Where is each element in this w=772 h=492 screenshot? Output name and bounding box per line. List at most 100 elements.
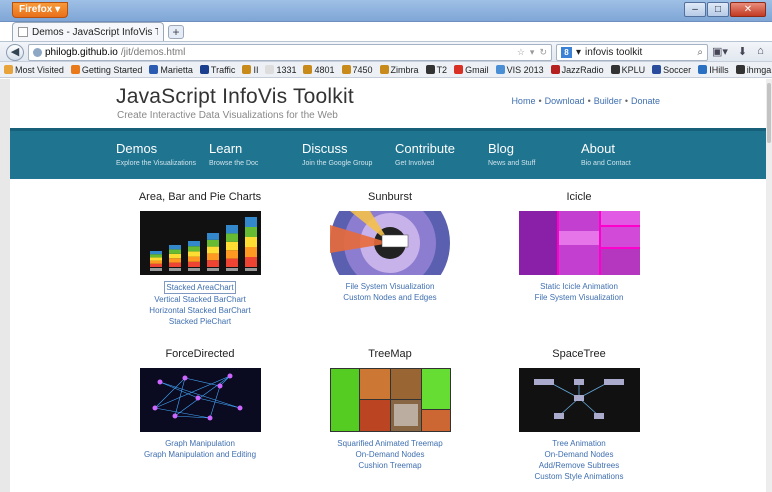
- demo-link[interactable]: Tree Animation: [484, 438, 674, 449]
- demo-link[interactable]: Custom Nodes and Edges: [295, 292, 485, 303]
- bookmark-item[interactable]: T2: [425, 64, 448, 75]
- search-bar[interactable]: 8 ▾ infovis toolkit ⌕: [556, 44, 708, 61]
- demo-link[interactable]: Static Icicle Animation: [484, 281, 674, 292]
- demo-title: Area, Bar and Pie Charts: [138, 191, 262, 203]
- nav-item-subtitle: Get Involved: [395, 160, 435, 167]
- bookmark-item[interactable]: KPLU: [610, 64, 646, 75]
- nav-item-subtitle: News and Stuff: [488, 160, 536, 167]
- treemap-thumbnail[interactable]: [329, 368, 451, 432]
- demo-card: ForceDirected Graph Manipulation Graph Man…: [105, 348, 295, 460]
- bookmark-item[interactable]: IHills: [698, 65, 729, 75]
- bookmark-item[interactable]: Zimbra: [379, 65, 419, 75]
- demo-link[interactable]: Cushion Treemap: [295, 460, 485, 471]
- bookmark-label: VIS 2013: [506, 64, 544, 75]
- demo-link[interactable]: Horizontal Stacked BarChart: [105, 305, 295, 316]
- demo-card: SpaceTree Tree Animation On-Demand Nodes Ad…: [484, 348, 674, 482]
- scrollbar-thumb[interactable]: [767, 83, 771, 143]
- demo-link[interactable]: Squarified Animated Treemap: [295, 438, 485, 449]
- dropdown-arrow-icon[interactable]: ▾: [530, 47, 535, 58]
- bookmark-star-icon[interactable]: ☆: [517, 47, 525, 58]
- bookmarks-menu-icon[interactable]: ▣▾: [712, 45, 728, 58]
- spacetree-thumbnail[interactable]: [518, 368, 640, 432]
- back-arrow-icon[interactable]: ◀: [6, 44, 24, 61]
- nav-item-subtitle: Explore the Visualizations: [116, 160, 197, 167]
- bookmark-item[interactable]: VIS 2013: [495, 64, 544, 75]
- demo-card: Icicle Static Icicle Animation File System…: [484, 191, 674, 303]
- demo-link[interactable]: Stacked PieChart: [105, 316, 295, 327]
- nav-item-about[interactable]: About Bio and Contact: [581, 131, 674, 179]
- bookmark-favicon-icon: [199, 65, 209, 74]
- bookmark-item[interactable]: Getting Started: [70, 64, 143, 75]
- bookmark-item[interactable]: 7450: [341, 64, 373, 75]
- bookmark-favicon-icon: [70, 65, 80, 74]
- donate-link[interactable]: Donate: [631, 96, 660, 106]
- nav-item-demos[interactable]: Demos Explore the Visualizations: [116, 131, 209, 179]
- bookmark-label: 7450: [352, 64, 373, 75]
- url-host: philogb.github.io: [45, 47, 118, 58]
- bookmark-item[interactable]: ihmga: [735, 65, 771, 75]
- close-window-button[interactable]: ✕: [730, 2, 766, 17]
- reload-icon[interactable]: ↻: [539, 47, 547, 58]
- address-bar[interactable]: philogb.github.io/jit/demos.html ☆ ▾ ↻: [28, 44, 552, 61]
- demo-links: Stacked AreaChart Vertical Stacked BarCha…: [105, 281, 295, 327]
- search-engine-dropdown-icon[interactable]: ▾: [576, 47, 581, 58]
- bookmark-item[interactable]: Marietta: [149, 65, 193, 75]
- demo-link[interactable]: File System Visualization: [295, 281, 485, 292]
- bookmark-item[interactable]: 4801: [303, 65, 335, 75]
- download-link[interactable]: Download: [545, 96, 585, 106]
- demo-link[interactable]: On-Demand Nodes: [484, 449, 674, 460]
- bookmark-favicon-icon: [495, 65, 505, 74]
- search-icon[interactable]: ⌕: [697, 47, 703, 58]
- browser-tab-demos[interactable]: Demos - JavaScript InfoVis Toolkit: [12, 22, 164, 41]
- bookmark-favicon-icon: [735, 65, 745, 74]
- minimize-button[interactable]: –: [684, 2, 706, 17]
- search-engine-icon[interactable]: 8: [561, 47, 572, 58]
- bookmark-item[interactable]: II: [242, 65, 258, 75]
- site-title[interactable]: JavaScript InfoVis Toolkit: [116, 85, 354, 109]
- demo-link[interactable]: Graph Manipulation: [105, 438, 295, 449]
- demo-link[interactable]: On-Demand Nodes: [295, 449, 485, 460]
- new-tab-button[interactable]: +: [168, 25, 184, 39]
- thumbnail-art: [139, 211, 261, 275]
- builder-link[interactable]: Builder: [594, 96, 622, 106]
- demo-link[interactable]: Custom Style Animations: [484, 471, 674, 482]
- forcedirected-thumbnail[interactable]: [139, 368, 261, 432]
- bookmark-label: KPLU: [621, 64, 646, 75]
- bookmark-label: T2: [436, 64, 448, 75]
- icicle-thumbnail[interactable]: [518, 211, 640, 275]
- site-tagline: Create Interactive Data Visualizations f…: [117, 110, 338, 121]
- nav-item-contribute[interactable]: Contribute Get Involved: [395, 131, 488, 179]
- maximize-button[interactable]: □: [707, 2, 729, 17]
- bookmark-item[interactable]: JazzRadio: [550, 65, 604, 75]
- bookmark-label: Getting Started: [81, 64, 143, 75]
- vertical-scrollbar[interactable]: [766, 79, 772, 492]
- bookmark-item[interactable]: Gmail: [454, 65, 489, 75]
- sunburst-thumbnail[interactable]: [329, 211, 451, 275]
- bookmark-item[interactable]: 1331: [265, 65, 296, 75]
- bookmark-item[interactable]: Traffic: [199, 65, 235, 75]
- firefox-menu-button[interactable]: Firefox ▾: [12, 2, 68, 18]
- demo-link[interactable]: Add/Remove Subtrees: [484, 460, 674, 471]
- demo-link[interactable]: Graph Manipulation and Editing: [105, 449, 295, 460]
- nav-item-label: Contribute: [395, 141, 455, 156]
- bookmark-item[interactable]: Most Visited: [4, 65, 64, 75]
- separator-dot: •: [587, 96, 591, 106]
- nav-item-discuss[interactable]: Discuss Join the Google Group: [302, 131, 395, 179]
- nav-item-blog[interactable]: Blog News and Stuff: [488, 131, 581, 179]
- demo-title: ForceDirected: [165, 348, 235, 360]
- demo-link[interactable]: Vertical Stacked BarChart: [105, 294, 295, 305]
- bookmark-label: Gmail: [465, 64, 489, 75]
- search-input[interactable]: infovis toolkit: [585, 47, 642, 58]
- bar-chart-thumbnail[interactable]: [139, 211, 261, 275]
- bookmark-label: 1331: [276, 64, 297, 75]
- downloads-icon[interactable]: ⬇: [738, 45, 747, 58]
- nav-item-learn[interactable]: Learn Browse the Doc: [209, 131, 302, 179]
- bookmark-item[interactable]: Soccer: [652, 65, 691, 75]
- bookmark-favicon-icon: [698, 65, 708, 74]
- home-icon[interactable]: ⌂: [757, 45, 764, 58]
- home-link[interactable]: Home: [511, 96, 535, 106]
- main-navigation: Demos Explore the Visualizations Learn Brow…: [10, 128, 766, 179]
- site-identity-icon[interactable]: [33, 48, 42, 57]
- demo-link[interactable]: File System Visualization: [484, 292, 674, 303]
- demo-link[interactable]: Stacked AreaChart: [164, 281, 236, 294]
